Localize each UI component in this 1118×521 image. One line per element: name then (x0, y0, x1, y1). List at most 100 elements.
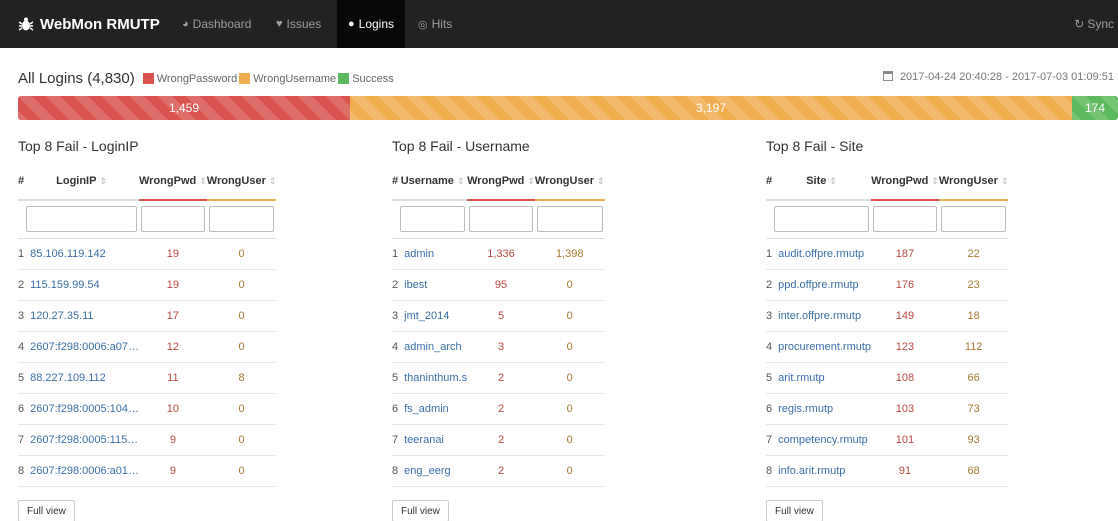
row-key-link[interactable]: 2607:f298:0005:115… (24, 424, 139, 456)
wrong-user-count: 8 (206, 362, 277, 394)
nav-hits[interactable]: ◎ Hits (418, 0, 452, 48)
column-header-loginip[interactable]: LoginIP ⇕ (24, 162, 139, 201)
row-key-link[interactable]: 88.227.109.112 (24, 362, 139, 394)
nav-dashboard[interactable]: ◕ Dashboard (182, 0, 251, 48)
nav-logins[interactable]: ● Logins (337, 0, 405, 48)
legend-label-wrongusername: WrongUsername (253, 72, 337, 85)
row-key-link[interactable]: 120.27.35.11 (24, 300, 139, 332)
row-key-link[interactable]: competency.rmutp (772, 424, 872, 456)
wrong-pwd-count: 9 (139, 424, 207, 456)
row-key-link[interactable]: fs_admin (398, 393, 468, 425)
sort-icon: ⇕ (596, 175, 605, 186)
filter-input-wronguser[interactable] (208, 206, 275, 233)
panel-top-fail-loginip: Top 8 Fail - LoginIP # LoginIP ⇕ WrongPwd ⇕ Wr… (18, 138, 277, 521)
legend-swatch-success (338, 73, 350, 84)
filter-input-loginip[interactable] (26, 206, 137, 233)
filter-input-username[interactable] (400, 206, 466, 233)
full-view-button[interactable]: Full view (18, 500, 75, 521)
filter-input-wrongpwd[interactable] (141, 206, 205, 233)
column-header-wronguser[interactable]: WrongUser ⇕ (938, 162, 1009, 201)
date-range[interactable]: 2017-04-24 20:40:28 - 2017-07-03 01:09:5… (882, 71, 1114, 83)
wrong-user-count: 22 (938, 238, 1009, 270)
table-row: 1 audit.offpre.rmutp 187 22 (766, 238, 1009, 270)
filter-input-wronguser[interactable] (940, 206, 1007, 233)
wrong-pwd-count: 3 (467, 331, 535, 363)
column-header-username[interactable]: Username ⇕ (398, 162, 468, 201)
row-key-link[interactable]: thaninthum.s (398, 362, 468, 394)
row-key-link[interactable]: 2607:f298:0006:a01… (24, 455, 139, 487)
row-key-link[interactable]: teeranai (398, 424, 468, 456)
wrong-pwd-count: 2 (467, 393, 535, 425)
table-row: 6 regis.rmutp 103 73 (766, 393, 1009, 425)
full-view-button[interactable]: Full view (392, 500, 449, 521)
wrong-pwd-count: 2 (467, 455, 535, 487)
wrong-user-count: 0 (206, 300, 277, 332)
sync-button[interactable]: ↻ Sync (1074, 0, 1114, 48)
row-key-link[interactable]: ibest (398, 269, 468, 301)
row-key-link[interactable]: 2607:f298:0005:104… (24, 393, 139, 425)
table-row: 8 info.arit.rmutp 91 68 (766, 455, 1009, 487)
table-row: 2 115.159.99.54 19 0 (18, 269, 277, 301)
table-row: 8 2607:f298:0006:a01… 9 0 (18, 455, 277, 487)
full-view-button[interactable]: Full view (766, 500, 823, 521)
wrong-pwd-count: 17 (139, 300, 207, 332)
wrong-user-count: 0 (534, 455, 605, 487)
row-key-link[interactable]: info.arit.rmutp (772, 455, 872, 487)
wrong-user-count: 0 (534, 362, 605, 394)
bug-icon (18, 17, 34, 31)
column-header-wronguser[interactable]: WrongUser ⇕ (534, 162, 605, 201)
brand[interactable]: WebMon RMUTP (18, 0, 160, 48)
panel-top-fail-site: Top 8 Fail - Site # Site ⇕ WrongPwd ⇕ WrongUse… (766, 138, 1009, 521)
summary-header: All Logins (4,830) WrongPassword WrongUs… (18, 70, 394, 87)
wrong-user-count: 1,398 (534, 238, 605, 270)
nav-issues[interactable]: ♥ Issues (276, 0, 321, 48)
row-key-link[interactable]: ppd.offpre.rmutp (772, 269, 872, 301)
table-row: 1 admin 1,336 1,398 (392, 238, 605, 270)
wrong-pwd-count: 2 (467, 362, 535, 394)
panel-title: Top 8 Fail - LoginIP (18, 138, 139, 154)
row-key-link[interactable]: eng_eerg (398, 455, 468, 487)
table-row: 7 teeranai 2 0 (392, 424, 605, 456)
row-key-link[interactable]: 2607:f298:0006:a07… (24, 331, 139, 363)
wrong-user-count: 0 (534, 300, 605, 332)
row-key-link[interactable]: regis.rmutp (772, 393, 872, 425)
column-header-wrongpwd[interactable]: WrongPwd ⇕ (139, 162, 207, 201)
column-header-wrongpwd[interactable]: WrongPwd ⇕ (871, 162, 939, 201)
filter-input-wrongpwd[interactable] (873, 206, 937, 233)
row-key-link[interactable]: admin (398, 238, 468, 270)
legend-label-success: Success (352, 72, 394, 85)
row-key-link[interactable]: 85.106.119.142 (24, 238, 139, 270)
wrong-pwd-count: 5 (467, 300, 535, 332)
progress-segment-success: 174 (1072, 96, 1118, 120)
filter-input-site[interactable] (774, 206, 870, 233)
column-header-wrongpwd[interactable]: WrongPwd ⇕ (467, 162, 535, 201)
wrong-user-count: 0 (206, 331, 277, 363)
wrong-pwd-count: 101 (871, 424, 939, 456)
wrong-user-count: 66 (938, 362, 1009, 394)
table-row: 3 120.27.35.11 17 0 (18, 300, 277, 332)
row-key-link[interactable]: arit.rmutp (772, 362, 872, 394)
column-header-wronguser[interactable]: WrongUser ⇕ (206, 162, 277, 201)
column-header-site[interactable]: Site ⇕ (772, 162, 872, 201)
wrong-pwd-count: 2 (467, 424, 535, 456)
filter-input-wronguser[interactable] (536, 206, 603, 233)
wrong-user-count: 0 (206, 269, 277, 301)
legend-swatch-wrongusername (239, 73, 251, 84)
wrong-pwd-count: 91 (871, 455, 939, 487)
wrong-user-count: 0 (206, 393, 277, 425)
row-key-link[interactable]: procurement.rmutp (772, 331, 872, 363)
wrong-user-count: 0 (534, 393, 605, 425)
legend-label-wrongpassword: WrongPassword (156, 72, 238, 85)
table-row: 2 ppd.offpre.rmutp 176 23 (766, 269, 1009, 301)
row-key-link[interactable]: 115.159.99.54 (24, 269, 139, 301)
heart-icon: ♥ (276, 18, 283, 30)
row-key-link[interactable]: inter.offpre.rmutp (772, 300, 872, 332)
refresh-icon: ↻ (1074, 17, 1085, 31)
row-key-link[interactable]: admin_arch (398, 331, 468, 363)
row-key-link[interactable]: audit.offpre.rmutp (772, 238, 872, 270)
filter-input-wrongpwd[interactable] (469, 206, 533, 233)
calendar-icon (882, 71, 893, 81)
panel-title: Top 8 Fail - Site (766, 138, 864, 154)
row-key-link[interactable]: jmt_2014 (398, 300, 468, 332)
sort-icon: ⇕ (931, 175, 939, 186)
